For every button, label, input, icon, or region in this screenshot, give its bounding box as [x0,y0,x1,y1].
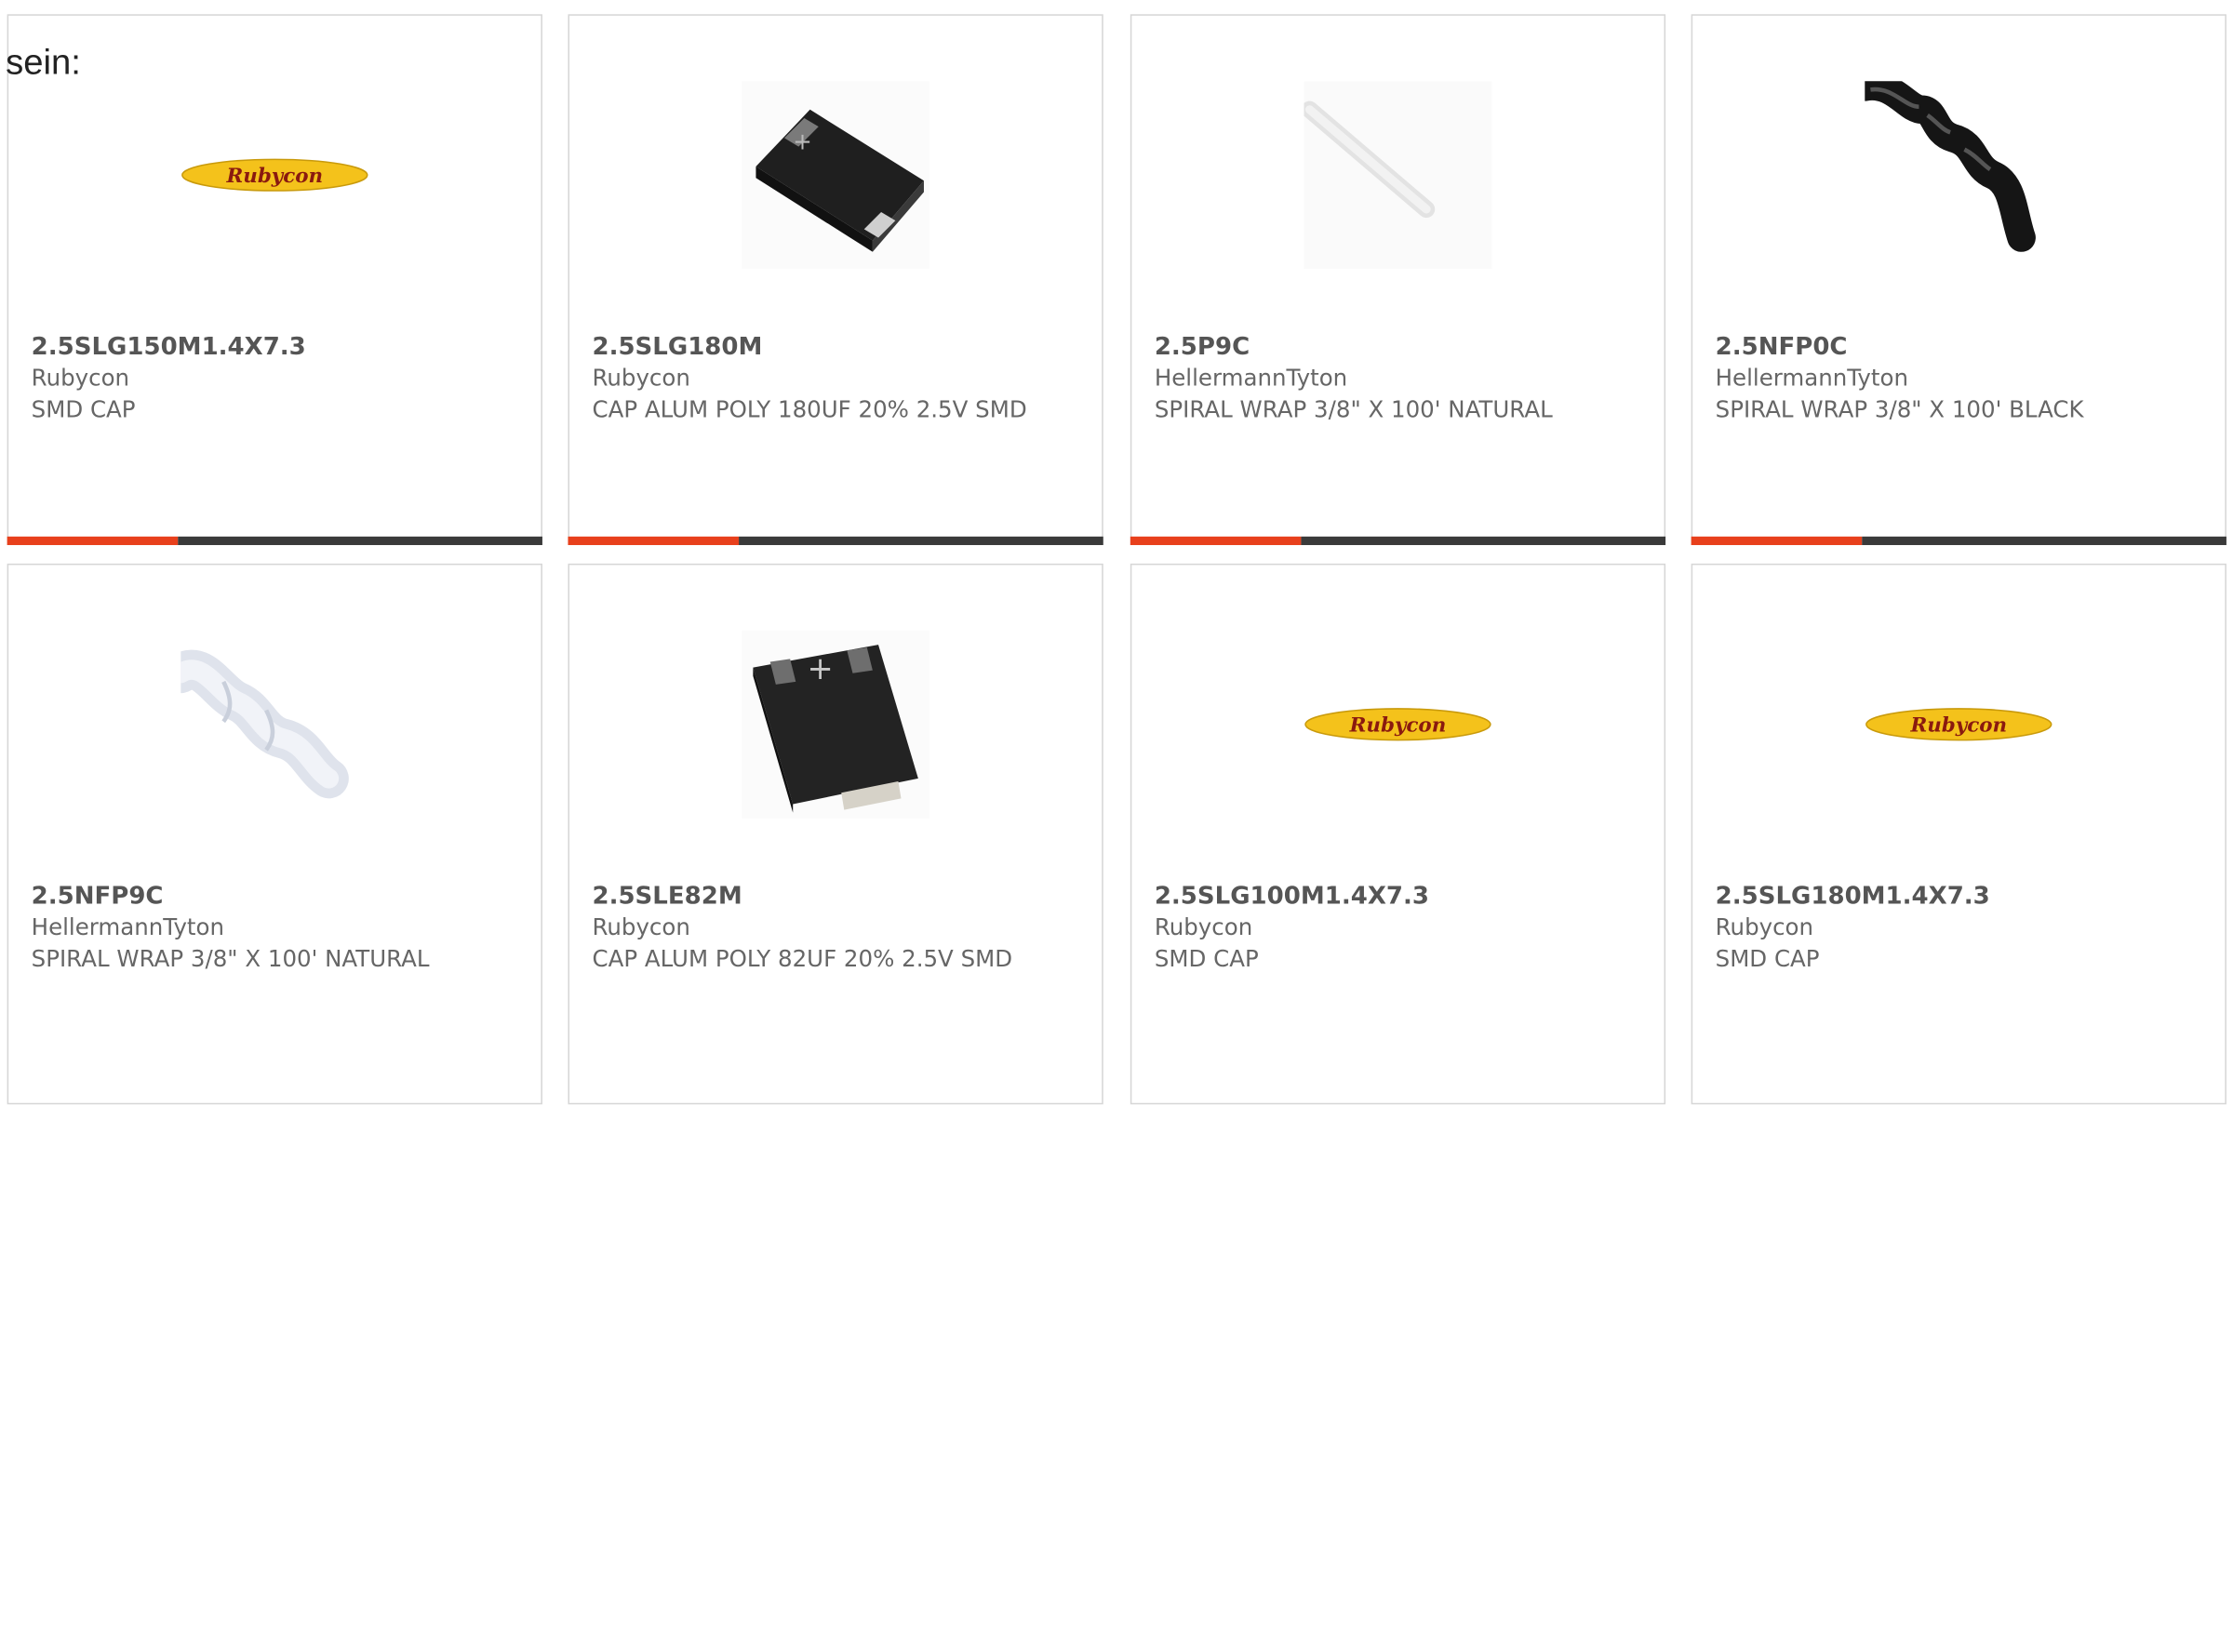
part-number[interactable]: 2.5SLG180M1.4X7.3 [1716,881,2202,913]
part-number[interactable]: 2.5NFP9C [32,881,518,913]
product-card[interactable]: 2.5NFP0C HellermannTyton SPIRAL WRAP 3/8… [1691,14,2226,545]
rubycon-logo-icon: Rubycon [1865,708,2052,741]
product-card[interactable]: 2.5P9C HellermannTyton SPIRAL WRAP 3/8" … [1130,14,1666,545]
manufacturer: HellermannTyton [1715,364,1909,392]
description: SMD CAP [31,395,136,423]
manufacturer: Rubycon [592,364,690,392]
part-number[interactable]: 2.5SLG180M [592,331,1078,363]
product-card[interactable]: Rubycon 2.5SLG180M1.4X7.3 Rubycon SMD CA… [1691,563,2226,1105]
svg-text:+: + [808,650,834,686]
smd-capacitor-icon: + [742,81,930,270]
manufacturer: Rubycon [1715,913,1814,941]
spiral-wrap-black-icon [1865,81,2036,252]
part-number[interactable]: 2.5SLG100M1.4X7.3 [1155,881,1641,913]
product-image [1865,81,2052,269]
product-image [1304,81,1492,270]
product-image: Rubycon [1304,631,1491,819]
description: SPIRAL WRAP 3/8" X 100' NATURAL [1154,395,1553,423]
product-image: + [742,630,930,819]
part-number[interactable]: 2.5NFP0C [1716,331,2202,363]
spiral-wrap-natural-icon [1304,81,1492,270]
svg-text:Rubycon: Rubycon [1349,713,1447,737]
manufacturer: HellermannTyton [31,913,225,941]
description: SMD CAP [1154,944,1259,972]
part-number[interactable]: 2.5SLG150M1.4X7.3 [32,331,518,363]
card-accent-bar [1130,536,1666,545]
product-image: + [742,81,930,270]
product-card[interactable]: 2.5NFP9C HellermannTyton SPIRAL WRAP 3/8… [7,563,542,1105]
rubycon-logo-icon: Rubycon [181,158,368,192]
description: SPIRAL WRAP 3/8" X 100' NATURAL [31,944,430,972]
product-card[interactable]: Rubycon 2.5SLG100M1.4X7.3 Rubycon SMD CA… [1130,563,1666,1105]
svg-text:+: + [793,128,812,155]
manufacturer: Rubycon [1154,913,1253,941]
spiral-wrap-natural-icon [181,649,349,799]
card-accent-bar [568,536,1103,545]
product-card[interactable]: Rubycon 2.5SLG150M1.4X7.3 Rubycon SMD CA… [7,14,542,545]
product-image: Rubycon [1865,631,2052,819]
description: CAP ALUM POLY 82UF 20% 2.5V SMD [592,944,1013,972]
product-card[interactable]: + 2.5SLG180M Rubycon CAP ALUM POLY 180UF… [568,14,1103,545]
svg-text:Rubycon: Rubycon [1909,713,2007,737]
product-image [181,631,368,819]
svg-text:Rubycon: Rubycon [225,165,323,188]
description: SPIRAL WRAP 3/8" X 100' BLACK [1715,395,2084,423]
product-grid-page: sein: Rubycon 2.5SLG150M1.4X7.3 Rubycon … [0,0,2233,1652]
rubycon-logo-icon: Rubycon [1304,708,1491,741]
description: SMD CAP [1715,944,1820,972]
description: CAP ALUM POLY 180UF 20% 2.5V SMD [592,395,1027,423]
manufacturer: Rubycon [31,364,130,392]
smd-capacitor-icon: + [742,630,930,819]
intro-text: sein: [6,42,81,83]
manufacturer: Rubycon [592,913,690,941]
card-accent-bar [1691,536,2226,545]
product-image: Rubycon [181,81,368,269]
part-number[interactable]: 2.5P9C [1155,331,1641,363]
manufacturer: HellermannTyton [1154,364,1348,392]
part-number[interactable]: 2.5SLE82M [592,881,1078,913]
card-accent-bar [7,536,542,545]
product-card[interactable]: + 2.5SLE82M Rubycon CAP ALUM POLY 82UF 2… [568,563,1103,1105]
